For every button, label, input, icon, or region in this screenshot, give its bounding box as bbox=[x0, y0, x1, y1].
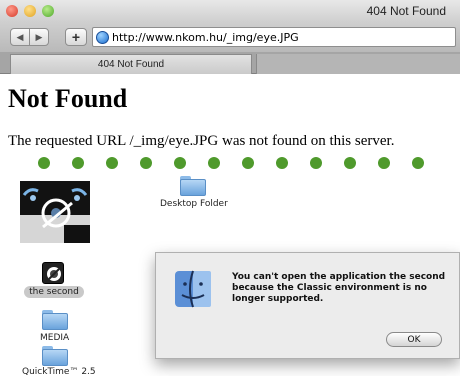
back-arrow-icon: ◀ bbox=[16, 31, 24, 42]
window-title: 404 Not Found bbox=[366, 4, 446, 18]
address-bar[interactable]: http://www.nkom.hu/_img/eye.JPG bbox=[92, 27, 456, 47]
application-icon[interactable] bbox=[42, 262, 64, 284]
ok-button-label: OK bbox=[407, 334, 421, 345]
desktop-image-icon[interactable] bbox=[20, 181, 90, 243]
divider-dot bbox=[208, 157, 220, 169]
divider-dot bbox=[106, 157, 118, 169]
plus-icon: + bbox=[71, 29, 81, 45]
divider-dot bbox=[412, 157, 424, 169]
tab-bar-empty-area bbox=[256, 54, 460, 74]
ok-button[interactable]: OK bbox=[386, 332, 442, 347]
tab-label: 404 Not Found bbox=[97, 59, 165, 70]
dialog-message: You can't open the application the secon… bbox=[232, 272, 446, 304]
media-folder-label: MEDIA bbox=[40, 333, 70, 343]
quicktime-folder-icon[interactable] bbox=[42, 346, 68, 366]
divider-dot bbox=[378, 157, 390, 169]
divider-dot bbox=[310, 157, 322, 169]
dotted-divider bbox=[38, 157, 424, 169]
desktop-folder-label: Desktop Folder bbox=[160, 199, 228, 209]
divider-dot bbox=[38, 157, 50, 169]
quicktime-folder-label: QuickTime™ 2.5 bbox=[22, 367, 96, 376]
window-titlebar: 404 Not Found bbox=[0, 0, 460, 22]
minimize-window-button[interactable] bbox=[24, 5, 36, 17]
divider-dot bbox=[174, 157, 186, 169]
divider-dot bbox=[72, 157, 84, 169]
eye-graphic-icon bbox=[20, 181, 90, 243]
page-title: Not Found bbox=[8, 84, 128, 113]
divider-dot bbox=[242, 157, 254, 169]
forward-button[interactable]: ▶ bbox=[29, 28, 49, 46]
desktop-folder-icon[interactable] bbox=[180, 176, 206, 196]
close-window-button[interactable] bbox=[6, 5, 18, 17]
alert-dialog: You can't open the application the secon… bbox=[155, 252, 460, 359]
divider-dot bbox=[276, 157, 288, 169]
error-message: The requested URL /_img/eye.JPG was not … bbox=[8, 133, 395, 149]
disc-icon bbox=[47, 267, 61, 281]
browser-toolbar: ◀ ▶ + http://www.nkom.hu/_img/eye.JPG bbox=[0, 22, 460, 52]
divider-dot bbox=[344, 157, 356, 169]
media-folder-icon[interactable] bbox=[42, 310, 68, 330]
back-button[interactable]: ◀ bbox=[10, 28, 30, 46]
tab-bar: 404 Not Found bbox=[0, 52, 460, 74]
tab-404-not-found[interactable]: 404 Not Found bbox=[10, 54, 252, 74]
zoom-window-button[interactable] bbox=[42, 5, 54, 17]
forward-arrow-icon: ▶ bbox=[35, 31, 43, 42]
application-label: the second bbox=[24, 286, 84, 298]
add-bookmark-button[interactable]: + bbox=[65, 28, 87, 46]
address-text: http://www.nkom.hu/_img/eye.JPG bbox=[112, 30, 299, 44]
globe-icon bbox=[96, 30, 109, 44]
divider-dot bbox=[140, 157, 152, 169]
finder-icon bbox=[175, 270, 211, 308]
